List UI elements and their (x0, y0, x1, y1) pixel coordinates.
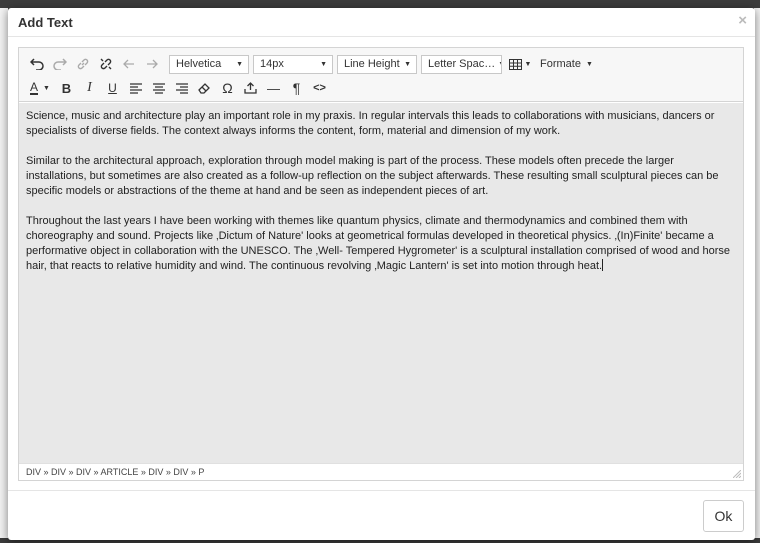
italic-icon[interactable]: I (78, 77, 101, 99)
formats-menu[interactable]: Formate ▼ (534, 53, 599, 75)
paragraph-2: Similar to the architectural approach, e… (26, 155, 719, 197)
editor-statusbar: DIV » DIV » DIV » ARTICLE » DIV » DIV » … (19, 463, 743, 480)
link-icon[interactable] (71, 53, 94, 75)
font-family-select[interactable]: Helvetica ▼ (169, 54, 249, 74)
toolbar-row-1: Helvetica ▼ 14px ▼ Line Height ▼ Letter Spa… (25, 53, 599, 75)
arrow-left-icon[interactable] (117, 53, 140, 75)
dialog-title: Add Text (18, 15, 73, 30)
undo-icon[interactable] (25, 53, 48, 75)
align-center-icon[interactable] (147, 77, 170, 99)
letter-spacing-value: Letter Spac… (428, 58, 496, 70)
underline-icon[interactable]: U (101, 77, 124, 99)
ok-button[interactable]: Ok (703, 500, 744, 532)
dialog-footer: Ok (8, 490, 755, 540)
paragraph-3-text: Throughout the last years I have been wo… (26, 215, 730, 272)
font-size-select[interactable]: 14px ▼ (253, 54, 333, 74)
pilcrow-icon[interactable]: ¶ (285, 77, 308, 99)
letter-spacing-select[interactable]: Letter Spac…▼ (421, 54, 502, 74)
chevron-down-icon: ▼ (585, 60, 593, 68)
bold-icon[interactable]: B (55, 77, 78, 99)
toolbar-row-2: A ▼ B I U Ω — ¶ <> (25, 77, 331, 99)
chevron-down-icon: ▼ (43, 84, 50, 92)
line-height-value: Line Height (344, 58, 400, 70)
unlink-icon[interactable] (94, 53, 117, 75)
align-right-icon[interactable] (170, 77, 193, 99)
table-icon (508, 58, 522, 70)
font-family-value: Helvetica (176, 58, 222, 70)
align-left-icon[interactable] (124, 77, 147, 99)
rich-text-editor: Helvetica ▼ 14px ▼ Line Height ▼ Letter Spa… (18, 47, 744, 481)
chevron-down-icon: ▼ (524, 60, 532, 68)
paragraph-1: Science, music and architecture play an … (26, 110, 715, 137)
resize-handle-icon[interactable] (733, 470, 741, 478)
upload-icon[interactable] (239, 77, 262, 99)
background-page-left (0, 8, 8, 538)
horizontal-rule-icon[interactable]: — (262, 77, 285, 99)
formats-label: Formate (540, 58, 581, 70)
eraser-icon[interactable] (193, 77, 216, 99)
line-height-select[interactable]: Line Height ▼ (337, 54, 417, 74)
arrow-right-icon[interactable] (140, 53, 163, 75)
text-color-icon: A (30, 80, 39, 95)
font-size-value: 14px (260, 58, 284, 70)
redo-icon[interactable] (48, 53, 71, 75)
paragraph-3: Throughout the last years I have been wo… (26, 214, 736, 274)
editor-content-area[interactable]: Science, music and architecture play an … (19, 103, 743, 464)
text-color-button[interactable]: A ▼ (25, 77, 55, 99)
add-text-dialog: Add Text × Helvetica ▼ 14px ▼ Line Heigh… (8, 8, 755, 540)
chevron-down-icon: ▼ (320, 60, 327, 68)
dialog-header: Add Text × (8, 8, 755, 37)
chevron-down-icon: ▼ (236, 60, 243, 68)
editor-toolbar: Helvetica ▼ 14px ▼ Line Height ▼ Letter Spa… (19, 48, 743, 102)
omega-icon[interactable]: Ω (216, 77, 239, 99)
close-icon[interactable]: × (738, 13, 747, 29)
code-icon[interactable]: <> (308, 77, 331, 99)
chevron-down-icon: ▼ (498, 61, 501, 68)
chevron-down-icon: ▼ (404, 60, 411, 68)
table-button[interactable]: ▼ (506, 53, 534, 75)
text-cursor (602, 259, 604, 271)
element-path: DIV » DIV » DIV » ARTICLE » DIV » DIV » … (26, 467, 205, 477)
